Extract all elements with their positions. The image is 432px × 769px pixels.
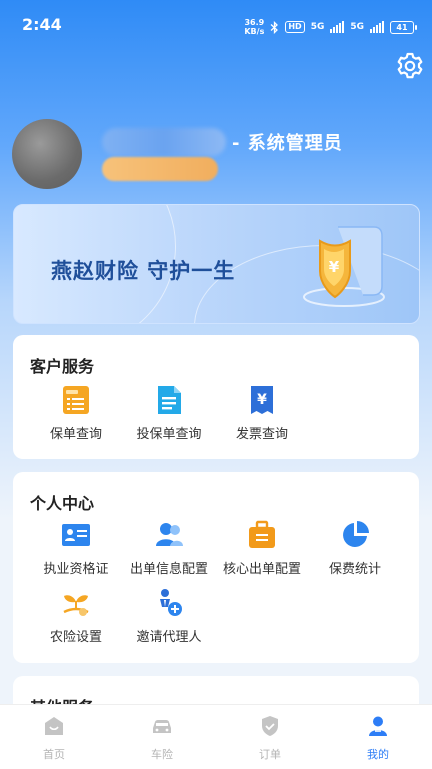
bottom-tab-bar: 首页 车险 订单 我的 (0, 704, 432, 769)
signal-icon-2 (370, 21, 384, 33)
invite-agent-item[interactable]: 邀请代理人 (124, 588, 214, 645)
tab-car-insurance[interactable]: 车险 (108, 705, 216, 769)
issuing-config-item[interactable]: 出单信息配置 (124, 520, 214, 577)
car-icon (153, 720, 171, 733)
tab-car-label: 车险 (151, 748, 173, 761)
svg-text:¥: ¥ (257, 392, 267, 408)
issuing-config-label: 出单信息配置 (129, 562, 208, 577)
tab-orders-label: 订单 (259, 748, 281, 761)
application-query-label: 投保单查询 (136, 427, 202, 442)
document-icon (154, 385, 184, 415)
personal-center-card: 个人中心 执业资格证 出单信息配置 核心出单配置 保费统计 农险设置 邀请代理人 (13, 472, 419, 663)
invoice-query-label: 发票查询 (235, 427, 288, 442)
network-speed: 36.9 KB/s (244, 18, 265, 36)
bluetooth-icon (270, 20, 279, 34)
home-icon (45, 717, 63, 735)
briefcase-icon (247, 520, 277, 550)
signal-icon (330, 21, 345, 33)
network-label: 5G (310, 22, 325, 32)
application-query-item[interactable]: 投保单查询 (124, 385, 214, 442)
avatar[interactable] (12, 119, 82, 189)
pie-chart-icon (340, 520, 370, 550)
premium-stats-item[interactable]: 保费统计 (310, 520, 400, 577)
tab-mine-label: 我的 (367, 748, 389, 761)
policy-icon (61, 385, 91, 415)
user-role: - 系统管理员 (232, 133, 343, 154)
certificate-icon (61, 520, 91, 550)
agri-settings-item[interactable]: 农险设置 (31, 588, 121, 645)
license-label: 执业资格证 (43, 562, 109, 577)
policy-query-label: 保单查询 (49, 427, 102, 442)
user-tag-redacted (102, 157, 218, 181)
tab-mine[interactable]: 我的 (324, 705, 432, 769)
policy-query-item[interactable]: 保单查询 (31, 385, 121, 442)
banner-slogan: 燕赵财险 守护一生 (51, 259, 236, 283)
invite-agent-label: 邀请代理人 (136, 630, 202, 645)
order-shield-icon (262, 716, 278, 736)
tab-home[interactable]: 首页 (0, 705, 108, 769)
settings-gear-icon[interactable] (395, 51, 425, 81)
network-label-2: 5G (350, 22, 364, 32)
personal-center-title: 个人中心 (30, 494, 95, 513)
tab-home-label: 首页 (43, 748, 65, 761)
status-time: 2:44 (22, 15, 62, 34)
core-issuing-item[interactable]: 核心出单配置 (217, 520, 307, 577)
shield-yuan-icon: ¥ (303, 226, 385, 307)
agri-settings-label: 农险设置 (49, 630, 102, 645)
status-icons: 36.9 KB/s HD 5G 5G 41 (244, 18, 417, 36)
invoice-icon: ¥ (247, 385, 277, 415)
status-bar: 2:44 36.9 KB/s HD 5G 5G 41 (0, 0, 432, 52)
promo-banner[interactable]: 燕赵财险 守护一生 ¥ (13, 204, 420, 324)
hd-badge: HD (285, 21, 305, 33)
svg-text:¥: ¥ (329, 258, 340, 276)
invite-icon (154, 588, 184, 618)
invoice-query-item[interactable]: ¥ 发票查询 (217, 385, 307, 442)
people-icon (154, 520, 184, 550)
customer-service-card: 客户服务 保单查询 投保单查询 ¥ 发票查询 (13, 335, 419, 459)
core-issuing-label: 核心出单配置 (222, 562, 301, 577)
person-icon (369, 716, 387, 736)
customer-service-title: 客户服务 (30, 357, 95, 376)
premium-stats-label: 保费统计 (328, 562, 381, 577)
plant-icon (61, 588, 91, 618)
battery-icon: 41 (390, 20, 417, 34)
user-name-redacted (102, 128, 226, 156)
tab-orders[interactable]: 订单 (216, 705, 324, 769)
license-item[interactable]: 执业资格证 (31, 520, 121, 577)
